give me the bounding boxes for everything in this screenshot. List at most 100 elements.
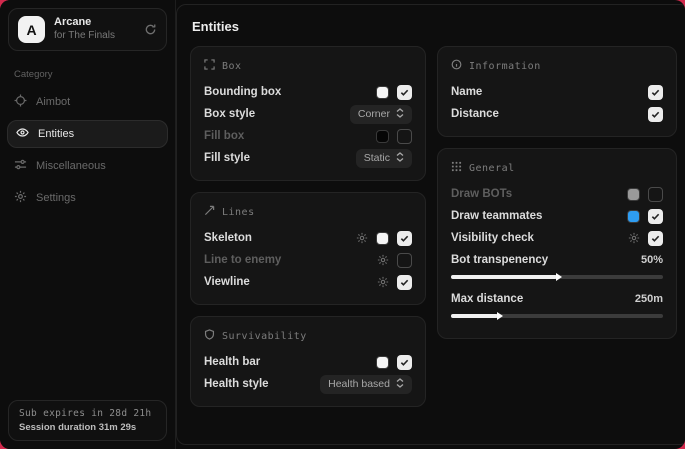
setting-row-skeleton: Skeleton	[204, 227, 412, 249]
screen-backdrop: A Arcane for The Finals Category Aimbot	[0, 0, 685, 449]
information-group-card: Information Name Distance	[437, 46, 677, 137]
setting-row-line-to-enemy: Line to enemy	[204, 249, 412, 271]
color-swatch[interactable]	[627, 210, 640, 223]
color-swatch[interactable]	[376, 130, 389, 143]
category-label: Category	[14, 69, 161, 80]
gear-icon	[14, 190, 27, 206]
brand-card: A Arcane for The Finals	[8, 8, 167, 51]
checkbox[interactable]	[397, 275, 412, 290]
color-swatch[interactable]	[376, 356, 389, 369]
group-title: Information	[469, 61, 541, 72]
checkbox[interactable]	[397, 253, 412, 268]
setting-row-bounding-box: Bounding box	[204, 81, 412, 103]
checkbox[interactable]	[397, 85, 412, 100]
setting-label: Name	[451, 86, 482, 98]
health-style-dropdown[interactable]: Health based	[320, 375, 412, 394]
setting-row-max-distance: Max distance 250m	[451, 288, 663, 310]
fill-style-dropdown[interactable]: Static	[356, 149, 412, 168]
checkbox[interactable]	[397, 129, 412, 144]
sub-expiry-text: Sub expires in 28d 21h	[19, 408, 156, 419]
sidebar: A Arcane for The Finals Category Aimbot	[0, 0, 176, 449]
subscription-info-card: Sub expires in 28d 21h Session duration …	[8, 400, 167, 441]
row-settings-gear-icon[interactable]	[377, 276, 389, 288]
color-swatch[interactable]	[627, 188, 640, 201]
sidebar-nav: Aimbot Entities Miscellaneous	[0, 86, 175, 214]
page-title: Entities	[192, 19, 677, 34]
setting-label: Bounding box	[204, 86, 281, 98]
main-panel: Entities Box Bounding box	[176, 4, 685, 445]
group-title: Lines	[222, 207, 255, 218]
setting-row-box-style: Box style Corner	[204, 103, 412, 125]
setting-label: Bot transpenency	[451, 254, 548, 266]
slider-thumb[interactable]	[556, 273, 562, 281]
checkbox[interactable]	[648, 209, 663, 224]
setting-row-distance: Distance	[451, 103, 663, 125]
unfold-icon	[396, 108, 404, 121]
setting-row-visibility-check: Visibility check	[451, 227, 663, 249]
sidebar-item-label: Miscellaneous	[36, 160, 106, 172]
sidebar-item-label: Entities	[38, 128, 74, 140]
setting-label: Viewline	[204, 276, 250, 288]
setting-label: Skeleton	[204, 232, 252, 244]
slider-value: 50%	[641, 254, 663, 266]
checkbox[interactable]	[648, 187, 663, 202]
checkbox[interactable]	[648, 231, 663, 246]
bot-transparency-slider[interactable]	[451, 275, 663, 279]
max-distance-slider[interactable]	[451, 314, 663, 318]
setting-label: Box style	[204, 108, 255, 120]
slider-thumb[interactable]	[497, 312, 503, 320]
sidebar-item-entities[interactable]: Entities	[7, 120, 168, 148]
box-style-dropdown[interactable]: Corner	[350, 105, 412, 124]
setting-label: Health style	[204, 378, 269, 390]
setting-row-health-style: Health style Health based	[204, 373, 412, 395]
unfold-icon	[396, 152, 404, 165]
setting-row-fill-box: Fill box	[204, 125, 412, 147]
box-group-card: Box Bounding box Box style	[190, 46, 426, 181]
lines-group-card: Lines Skeleton	[190, 192, 426, 305]
row-settings-gear-icon[interactable]	[356, 232, 368, 244]
dropdown-value: Health based	[328, 378, 390, 390]
checkbox[interactable]	[648, 85, 663, 100]
setting-label: Line to enemy	[204, 254, 281, 266]
app-logo: A	[18, 16, 45, 43]
group-title: Survivability	[222, 331, 307, 342]
sidebar-item-label: Aimbot	[36, 96, 70, 108]
app-subtitle: for The Finals	[54, 30, 135, 43]
sidebar-item-settings[interactable]: Settings	[0, 183, 175, 213]
setting-label: Fill style	[204, 152, 250, 164]
group-title: General	[469, 163, 515, 174]
setting-row-health-bar: Health bar	[204, 351, 412, 373]
dropdown-value: Corner	[358, 108, 390, 120]
grid-dots-icon	[451, 161, 462, 175]
sidebar-item-label: Settings	[36, 192, 76, 204]
setting-row-name: Name	[451, 81, 663, 103]
survivability-group-card: Survivability Health bar Health style	[190, 316, 426, 407]
setting-label: Distance	[451, 108, 499, 120]
row-settings-gear-icon[interactable]	[377, 254, 389, 266]
app-window: A Arcane for The Finals Category Aimbot	[0, 0, 685, 449]
row-settings-gear-icon[interactable]	[628, 232, 640, 244]
setting-row-viewline: Viewline	[204, 271, 412, 293]
setting-row-bot-transparency: Bot transpenency 50%	[451, 249, 663, 271]
setting-label: Health bar	[204, 356, 260, 368]
setting-label: Fill box	[204, 130, 244, 142]
group-title: Box	[222, 61, 242, 72]
crosshair-icon	[14, 94, 27, 110]
setting-row-draw-bots: Draw BOTs	[451, 183, 663, 205]
slider-value: 250m	[635, 293, 663, 305]
checkbox[interactable]	[648, 107, 663, 122]
checkbox[interactable]	[397, 231, 412, 246]
color-swatch[interactable]	[376, 86, 389, 99]
entities-icon	[16, 126, 29, 142]
unfold-icon	[396, 378, 404, 391]
checkbox[interactable]	[397, 355, 412, 370]
sidebar-item-aimbot[interactable]: Aimbot	[0, 87, 175, 117]
setting-label: Draw BOTs	[451, 188, 512, 200]
setting-label: Visibility check	[451, 232, 534, 244]
diagonal-line-icon	[204, 205, 215, 219]
general-group-card: General Draw BOTs Draw teammates	[437, 148, 677, 339]
refresh-icon[interactable]	[144, 23, 157, 36]
color-swatch[interactable]	[376, 232, 389, 245]
shield-icon	[204, 329, 215, 343]
sidebar-item-miscellaneous[interactable]: Miscellaneous	[0, 151, 175, 181]
